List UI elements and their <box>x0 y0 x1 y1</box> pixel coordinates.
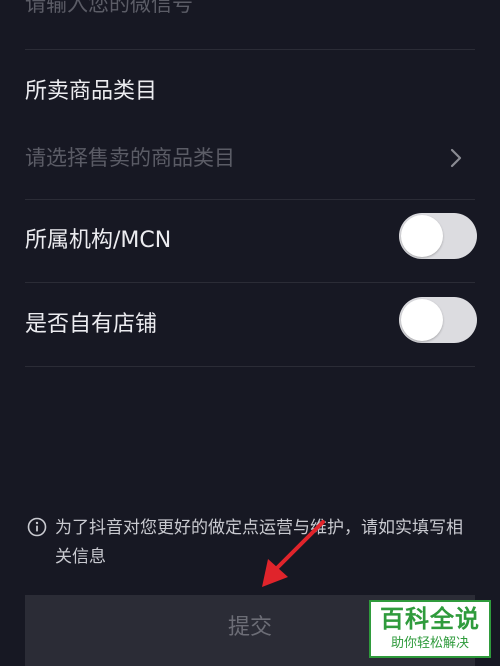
category-placeholder: 请选择售卖的商品类目 <box>25 146 235 170</box>
divider <box>25 282 475 283</box>
divider <box>25 49 475 50</box>
mcn-label: 所属机构/MCN <box>25 228 172 253</box>
divider <box>25 199 475 200</box>
notice-text: 为了抖音对您更好的做定点运营与维护，请如实填写相关信息 <box>55 518 463 567</box>
watermark-subtitle: 助你轻松解决 <box>371 634 489 654</box>
toggle-knob <box>401 215 443 257</box>
mcn-toggle[interactable] <box>399 213 477 259</box>
own-store-toggle[interactable] <box>399 297 477 343</box>
chevron-right-icon <box>450 148 462 168</box>
seller-application-page: 请输入您的微信号 所卖商品类目 请选择售卖的商品类目 所属机构/MCN 是否自有… <box>0 0 500 666</box>
info-icon <box>27 517 47 537</box>
watermark-title: 百科全说 <box>380 605 480 633</box>
watermark-logo: 百科全说 助你轻松解决 <box>369 600 491 658</box>
divider <box>25 366 475 367</box>
wechat-input[interactable]: 请输入您的微信号 <box>25 0 193 20</box>
toggle-knob <box>401 299 443 341</box>
own-store-label: 是否自有店铺 <box>25 312 158 337</box>
category-label: 所卖商品类目 <box>25 79 158 104</box>
category-selector[interactable]: 请选择售卖的商品类目 <box>25 141 475 175</box>
